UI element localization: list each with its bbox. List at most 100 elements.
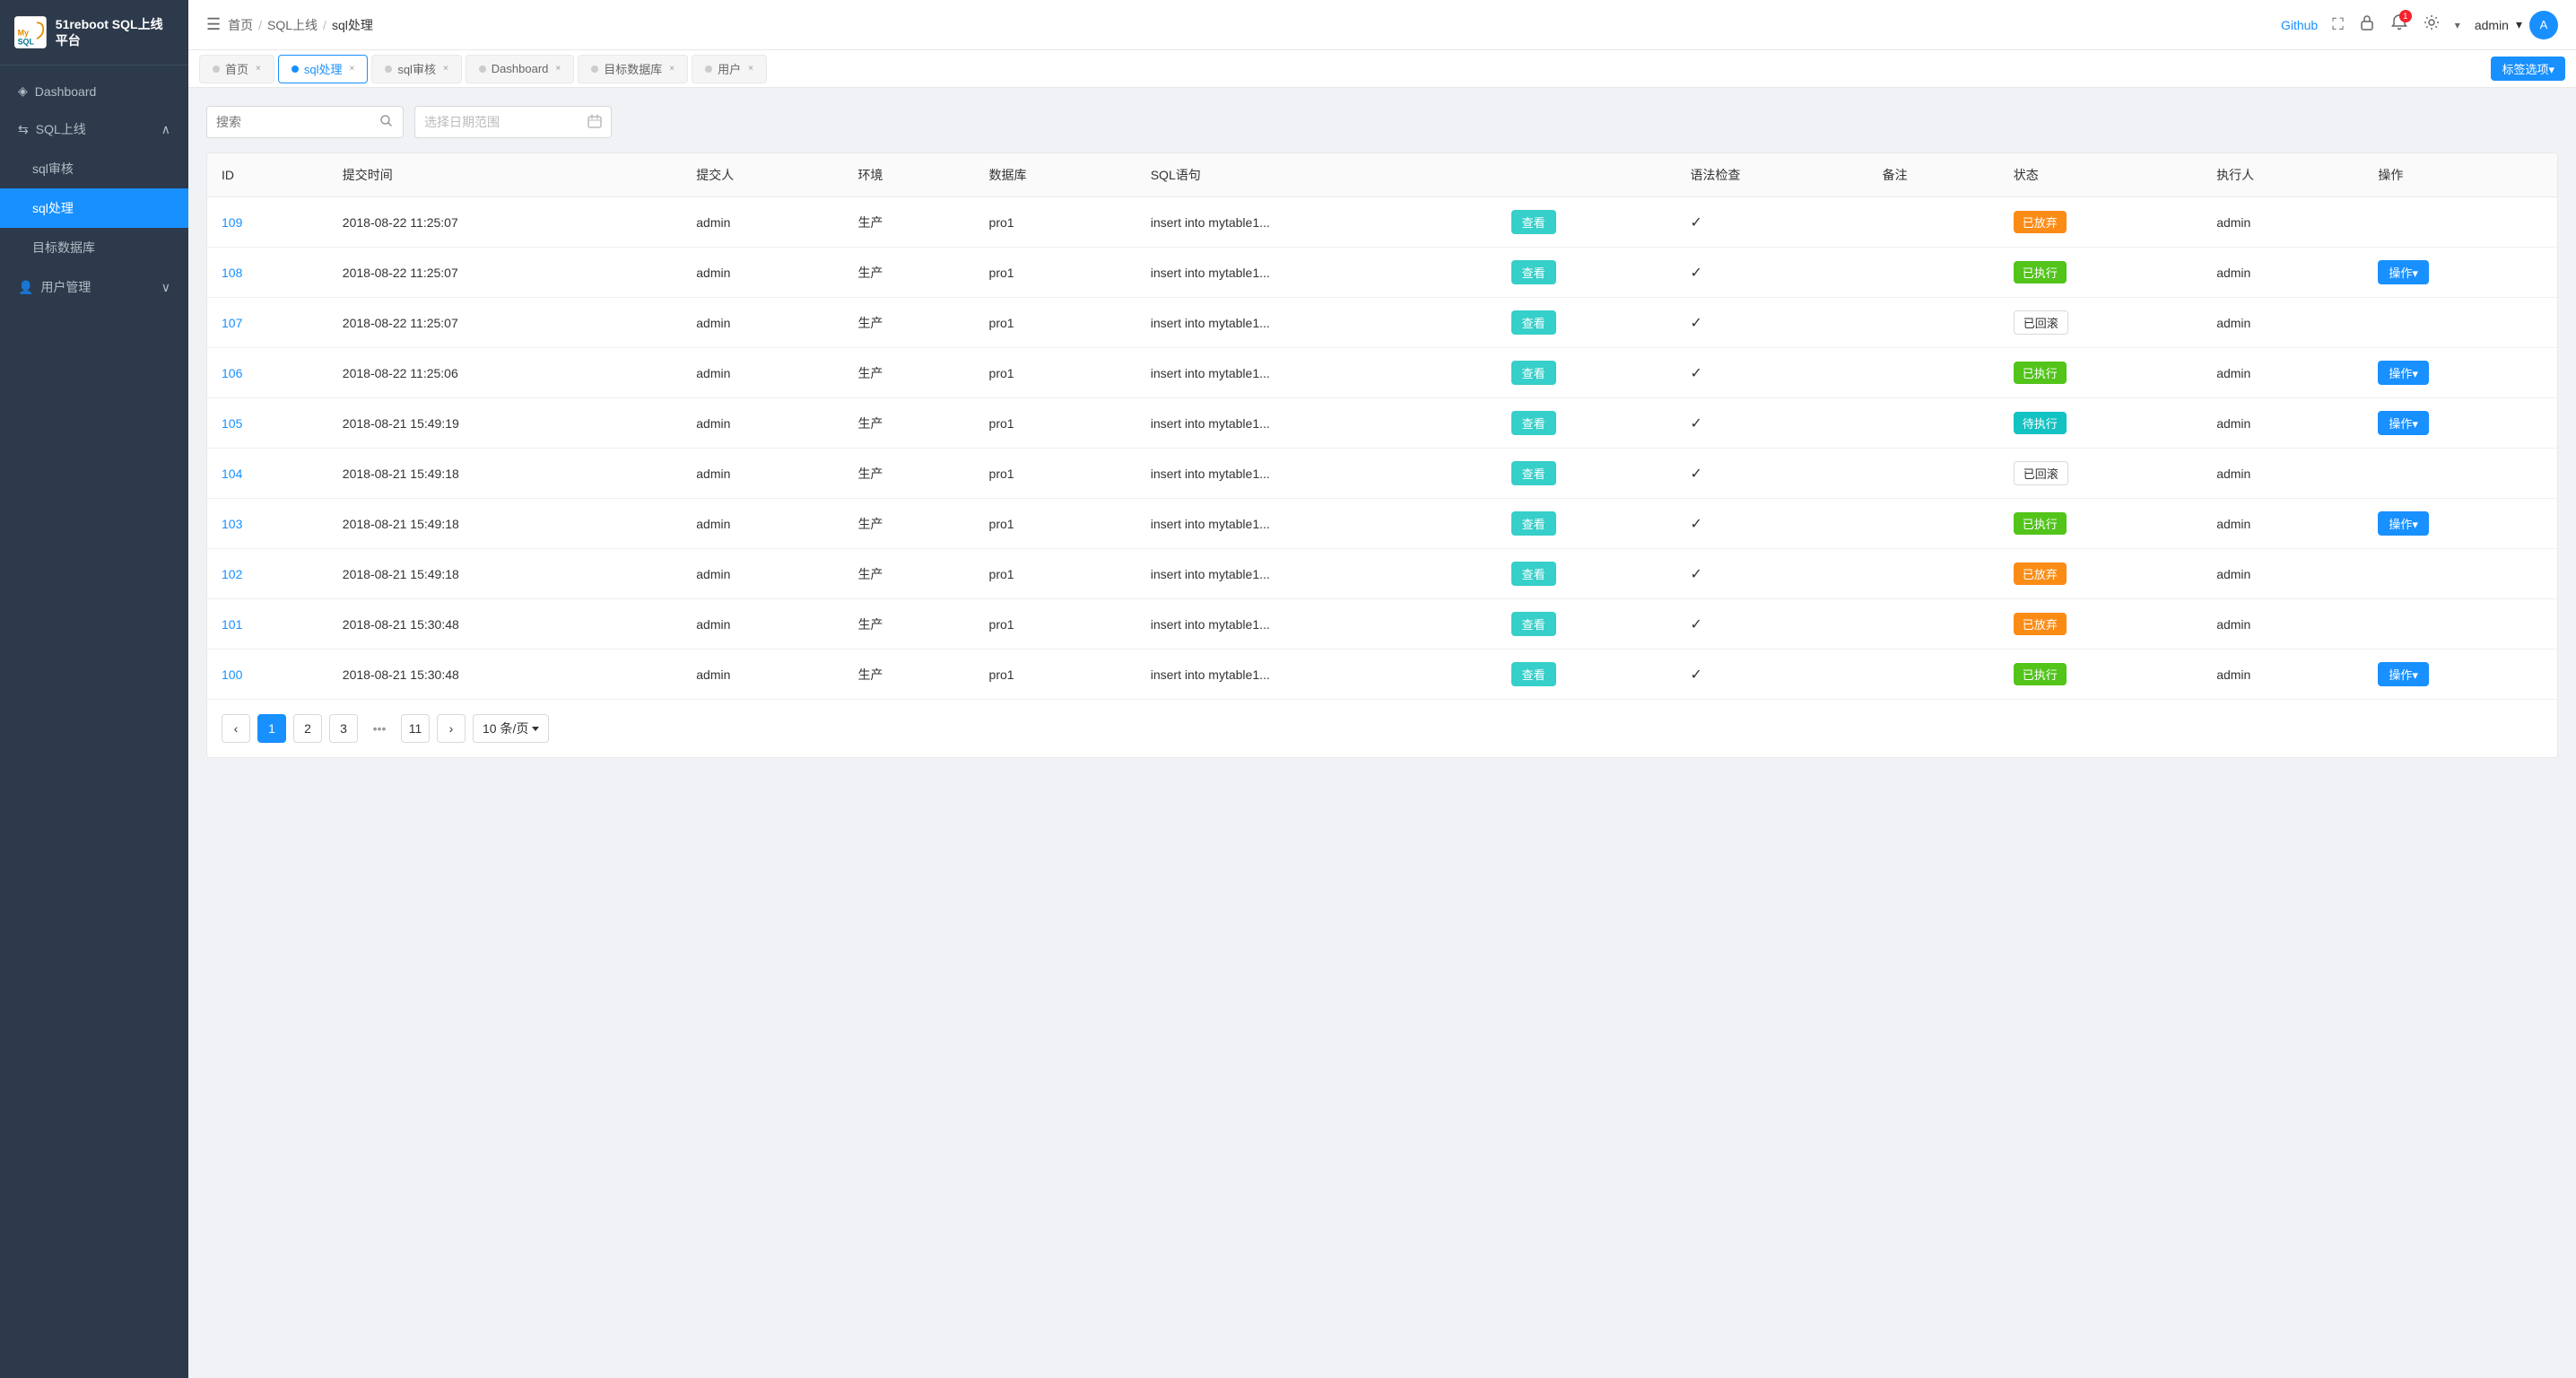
- id-link[interactable]: 106: [222, 366, 242, 380]
- lock-icon[interactable]: [2358, 13, 2376, 36]
- sidebar-label-user-mgmt: 用户管理: [40, 278, 91, 296]
- pagination-page-11[interactable]: 11: [401, 714, 430, 743]
- breadcrumb-sql-online[interactable]: SQL上线: [267, 16, 318, 34]
- search-box[interactable]: [206, 106, 404, 138]
- tab-label-sql-review: sql审核: [397, 60, 436, 77]
- search-icon[interactable]: [379, 114, 394, 131]
- username: admin: [2475, 18, 2509, 32]
- pagination-next[interactable]: ›: [437, 714, 466, 743]
- cell-action: [2363, 449, 2557, 499]
- id-link[interactable]: 109: [222, 215, 242, 230]
- tab-sql-review[interactable]: sql审核 ×: [371, 55, 461, 83]
- id-link[interactable]: 107: [222, 316, 242, 330]
- action-button[interactable]: 操作▾: [2378, 361, 2429, 385]
- search-input[interactable]: [216, 115, 372, 129]
- view-button[interactable]: 查看: [1511, 662, 1556, 686]
- tab-close-users[interactable]: ×: [748, 64, 753, 74]
- cell-action: [2363, 549, 2557, 599]
- cell-status: 已执行: [1999, 248, 2202, 298]
- view-button[interactable]: 查看: [1511, 310, 1556, 335]
- settings-icon[interactable]: [2423, 13, 2441, 36]
- cell-id: 105: [207, 398, 328, 449]
- tab-sql-process[interactable]: sql处理 ×: [278, 55, 368, 83]
- date-picker[interactable]: 选择日期范围: [414, 106, 612, 138]
- sidebar-section-sql-online[interactable]: ⇆ SQL上线 ∧: [0, 109, 188, 149]
- user-menu[interactable]: admin ▾ A: [2475, 11, 2558, 39]
- user-mgmt-icon: 👤: [18, 280, 33, 295]
- action-button[interactable]: 操作▾: [2378, 411, 2429, 435]
- tab-close-sql-review[interactable]: ×: [443, 64, 448, 74]
- cell-view-btn: 查看: [1497, 348, 1676, 398]
- id-link[interactable]: 105: [222, 416, 242, 431]
- id-link[interactable]: 101: [222, 617, 242, 632]
- view-button[interactable]: 查看: [1511, 411, 1556, 435]
- tab-close-home[interactable]: ×: [256, 64, 261, 74]
- id-link[interactable]: 108: [222, 266, 242, 280]
- view-button[interactable]: 查看: [1511, 562, 1556, 586]
- cell-syntax: ✓: [1675, 197, 1867, 248]
- tab-target-db[interactable]: 目标数据库 ×: [578, 55, 688, 83]
- cell-note: [1868, 348, 1999, 398]
- sidebar-section-user-mgmt[interactable]: 👤 用户管理 ∨: [0, 267, 188, 307]
- view-button[interactable]: 查看: [1511, 210, 1556, 234]
- pagination-prev[interactable]: ‹: [222, 714, 250, 743]
- action-button[interactable]: 操作▾: [2378, 260, 2429, 284]
- settings-dropdown-icon[interactable]: ▾: [2455, 19, 2460, 31]
- page-size-selector[interactable]: 10 条/页: [473, 714, 549, 743]
- id-link[interactable]: 103: [222, 517, 242, 531]
- action-button[interactable]: 操作▾: [2378, 511, 2429, 536]
- id-link[interactable]: 104: [222, 467, 242, 481]
- tab-dashboard[interactable]: Dashboard ×: [466, 55, 574, 83]
- cell-env: 生产: [843, 398, 974, 449]
- cell-submitter: admin: [682, 248, 843, 298]
- svg-text:My: My: [18, 29, 29, 38]
- github-link[interactable]: Github: [2281, 18, 2318, 32]
- tab-home[interactable]: 首页 ×: [199, 55, 274, 83]
- cell-status: 已回滚: [1999, 298, 2202, 348]
- sidebar-item-target-db[interactable]: 目标数据库: [0, 228, 188, 267]
- table-row: 100 2018-08-21 15:30:48 admin 生产 pro1 in…: [207, 650, 2557, 700]
- pagination-page-1[interactable]: 1: [257, 714, 286, 743]
- hamburger-button[interactable]: ☰: [206, 15, 221, 34]
- view-button[interactable]: 查看: [1511, 361, 1556, 385]
- pagination-page-3[interactable]: 3: [329, 714, 358, 743]
- cell-action: 操作▾: [2363, 398, 2557, 449]
- cell-action: [2363, 298, 2557, 348]
- date-picker-placeholder: 选择日期范围: [424, 113, 500, 131]
- id-link[interactable]: 100: [222, 667, 242, 682]
- bell-icon[interactable]: 1: [2390, 13, 2408, 36]
- cell-note: [1868, 298, 1999, 348]
- cell-db: pro1: [975, 549, 1136, 599]
- breadcrumb-home[interactable]: 首页: [228, 16, 253, 34]
- tab-dot-home: [213, 65, 220, 73]
- pagination-page-2[interactable]: 2: [293, 714, 322, 743]
- cell-note: [1868, 248, 1999, 298]
- cell-env: 生产: [843, 298, 974, 348]
- view-button[interactable]: 查看: [1511, 612, 1556, 636]
- sidebar-item-dashboard[interactable]: ◈ Dashboard: [0, 73, 188, 109]
- tab-close-dashboard[interactable]: ×: [555, 64, 561, 74]
- expand-icon[interactable]: ⛶: [2332, 15, 2344, 34]
- sidebar-item-sql-process[interactable]: sql处理: [0, 188, 188, 228]
- tab-users[interactable]: 用户 ×: [692, 55, 767, 83]
- tabs-action-button[interactable]: 标签选项▾: [2491, 57, 2565, 81]
- cell-executor: admin: [2202, 197, 2363, 248]
- tab-close-target-db[interactable]: ×: [669, 64, 674, 74]
- table-row: 108 2018-08-22 11:25:07 admin 生产 pro1 in…: [207, 248, 2557, 298]
- tabs-bar: 首页 × sql处理 × sql审核 × Dashboard × 目标数据库: [188, 50, 2576, 88]
- tab-close-sql-process[interactable]: ×: [349, 64, 354, 74]
- view-button[interactable]: 查看: [1511, 461, 1556, 485]
- view-button[interactable]: 查看: [1511, 260, 1556, 284]
- check-mark: ✓: [1690, 617, 1701, 632]
- action-button[interactable]: 操作▾: [2378, 662, 2429, 686]
- cell-status: 已放弃: [1999, 197, 2202, 248]
- id-link[interactable]: 102: [222, 567, 242, 581]
- cell-id: 108: [207, 248, 328, 298]
- table-row: 109 2018-08-22 11:25:07 admin 生产 pro1 in…: [207, 197, 2557, 248]
- sidebar-item-sql-review[interactable]: sql审核: [0, 149, 188, 188]
- cell-sql: insert into mytable1...: [1136, 398, 1497, 449]
- cell-id: 100: [207, 650, 328, 700]
- view-button[interactable]: 查看: [1511, 511, 1556, 536]
- cell-time: 2018-08-21 15:49:18: [328, 449, 682, 499]
- cell-id: 102: [207, 549, 328, 599]
